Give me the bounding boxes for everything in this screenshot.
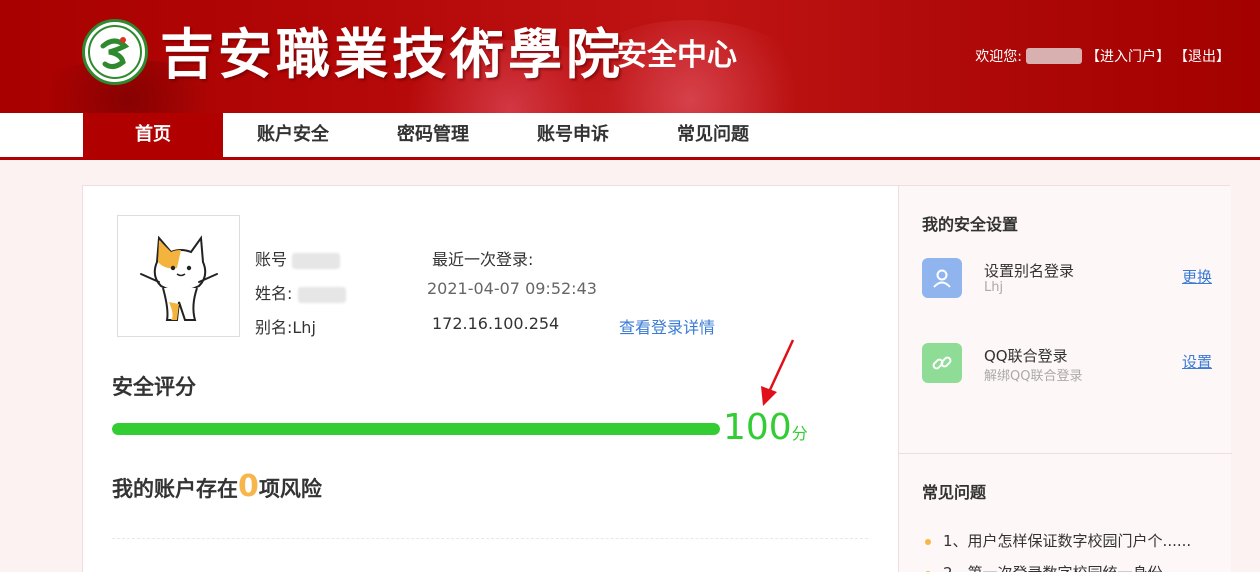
- nav-password-management[interactable]: 密码管理: [363, 113, 503, 157]
- welcome-text: 欢迎您:: [975, 49, 1022, 65]
- alias-login-label: 设置别名登录: [984, 262, 1075, 280]
- risk-count: 0: [238, 469, 259, 504]
- main-nav: 首页 账户安全 密码管理 账号申诉 常见问题: [0, 113, 1260, 160]
- avatar[interactable]: [117, 215, 240, 337]
- divider: [112, 538, 868, 539]
- faq-item[interactable]: 1、用户怎样保证数字校园门户个......: [925, 530, 1215, 551]
- red-arrow-annotation: [761, 339, 795, 406]
- security-score-bar: [112, 423, 720, 435]
- risk-summary: 我的账户存在0项风险: [112, 469, 322, 504]
- user-icon: [922, 258, 962, 298]
- security-score-title: 安全评分: [112, 375, 196, 399]
- last-login-label: 最近一次登录:: [432, 250, 534, 269]
- logout-link[interactable]: 【退出】: [1174, 46, 1230, 66]
- security-settings-panel: 我的安全设置 设置别名登录 Lhj 更换 QQ联合登录 解绑QQ联合登录 设置: [898, 186, 1232, 572]
- portal-link[interactable]: 【进入门户】: [1086, 46, 1170, 66]
- masked-name: [297, 286, 346, 303]
- qq-login-setting: QQ联合登录 解绑QQ联合登录 设置: [922, 343, 1212, 384]
- alias-label: 别名:Lhj: [255, 318, 316, 337]
- change-alias-link[interactable]: 更换: [1182, 266, 1212, 287]
- login-details-link[interactable]: 查看登录详情: [619, 314, 715, 338]
- nav-account-security[interactable]: 账户安全: [223, 113, 363, 157]
- school-name: 吉安職業技術學院: [160, 22, 624, 86]
- qq-login-sub: 解绑QQ联合登录: [984, 369, 1083, 384]
- masked-account: [292, 252, 341, 269]
- nav-account-appeal[interactable]: 账号申诉: [503, 113, 643, 157]
- alias-login-value: Lhj: [984, 280, 1004, 295]
- last-login-time: 2021-04-07 09:52:43: [427, 279, 597, 298]
- school-logo: [82, 19, 148, 85]
- site-header: 吉安職業技術學院 安全中心 欢迎您: 【进入门户】 【退出】: [0, 0, 1260, 113]
- qq-login-label: QQ联合登录: [984, 347, 1068, 365]
- nav-faq[interactable]: 常见问题: [643, 113, 783, 157]
- alias-login-setting: 设置别名登录 Lhj 更换: [922, 258, 1212, 298]
- account-label: 账号: [255, 246, 341, 270]
- nav-home[interactable]: 首页: [83, 113, 223, 157]
- link-icon: [922, 343, 962, 383]
- last-login-ip: 172.16.100.254: [432, 314, 560, 333]
- masked-username: [1026, 48, 1082, 64]
- account-overview: 账号 姓名: 别名:Lhj 最近一次登录: 2021-04-07 09:52:4…: [83, 186, 898, 572]
- qq-settings-link[interactable]: 设置: [1182, 351, 1212, 372]
- faq-item[interactable]: 2、第一次登录数字校园统一身份...: [925, 562, 1215, 572]
- main-card: 账号 姓名: 别名:Lhj 最近一次登录: 2021-04-07 09:52:4…: [82, 185, 1232, 572]
- name-label: 姓名:: [255, 280, 346, 304]
- faq-title: 常见问题: [922, 483, 987, 502]
- security-center-title: 安全中心: [617, 38, 737, 73]
- security-score-value: 100分: [723, 407, 808, 448]
- user-bar: 欢迎您: 【进入门户】 【退出】: [975, 46, 1230, 66]
- security-score-fill: [112, 423, 720, 435]
- security-settings-title: 我的安全设置: [922, 215, 1019, 234]
- panel-divider: [899, 453, 1232, 454]
